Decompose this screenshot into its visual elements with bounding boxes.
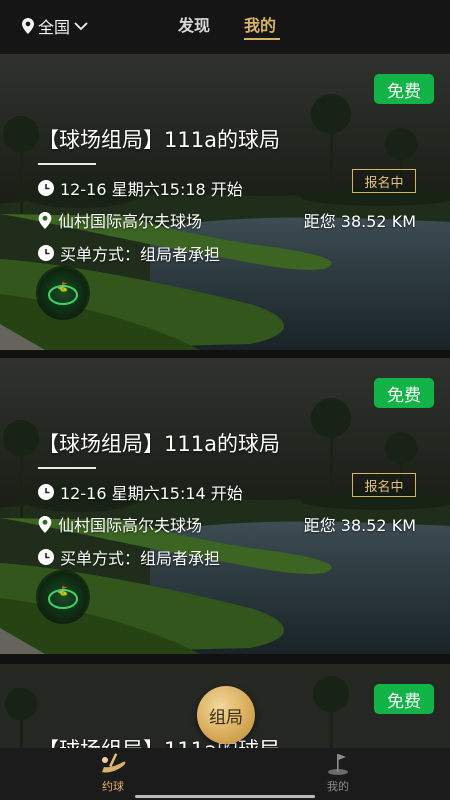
location-selector[interactable]: 全国: [22, 14, 88, 38]
place-row: 仙村国际高尔夫球场: [38, 208, 202, 232]
free-badge: 免费: [374, 684, 434, 714]
location-pin-icon: [38, 211, 52, 229]
title-underline: [38, 163, 96, 165]
nav-item-booking[interactable]: 约球: [83, 752, 143, 794]
svg-text:⛳: ⛳: [57, 281, 68, 293]
avatar[interactable]: ⛳: [38, 572, 88, 622]
course-name: 仙村国际高尔夫球场: [58, 212, 203, 231]
bottom-nav: 约球 我的: [0, 748, 450, 800]
top-header: 全国 发现 我的: [0, 0, 450, 54]
payment-method: 买单方式：组局者承担: [60, 245, 221, 264]
golf-club-icon: [102, 753, 126, 773]
payment-row: 买单方式：组局者承担: [38, 545, 220, 569]
free-badge: 免费: [374, 378, 434, 408]
free-badge: 免费: [374, 74, 434, 104]
clock-icon: [38, 180, 54, 196]
start-time: 12-16 星期六15:14 开始: [60, 484, 243, 503]
card-title: 【球场组局】111a的球局: [38, 128, 280, 152]
location-pin-icon: [22, 18, 34, 34]
match-card[interactable]: 免费 【球场组局】111a的球局 12-16 星期六15:14 开始 报名中 仙…: [0, 358, 450, 654]
match-card[interactable]: 免费 【球场组局】111a的球局 12-16 星期六15:18 开始 报名中 仙…: [0, 54, 450, 350]
distance-text: 距您 38.52 KM: [303, 212, 416, 231]
tab-mine[interactable]: 我的: [244, 12, 276, 36]
course-name: 仙村国际高尔夫球场: [58, 516, 203, 535]
location-label: 全国: [38, 18, 71, 37]
nav-label: 我的: [327, 780, 349, 793]
distance-text: 距您 38.52 KM: [303, 516, 416, 535]
avatar[interactable]: ⛳: [38, 268, 88, 318]
nav-label: 约球: [102, 780, 124, 793]
card-title: 【球场组局】111a的球局: [38, 432, 280, 456]
clock-icon: [38, 245, 54, 261]
time-row: 12-16 星期六15:18 开始: [38, 176, 243, 200]
active-tab-indicator: [244, 38, 280, 40]
time-row: 12-16 星期六15:14 开始: [38, 480, 243, 504]
place-row: 仙村国际高尔夫球场: [38, 512, 202, 536]
golf-flag-icon: [328, 754, 348, 775]
status-badge: 报名中: [352, 169, 416, 193]
status-badge: 报名中: [352, 473, 416, 497]
create-match-button[interactable]: 组局: [197, 686, 255, 744]
clock-icon: [38, 549, 54, 565]
tab-discover[interactable]: 发现: [178, 12, 210, 36]
start-time: 12-16 星期六15:18 开始: [60, 180, 243, 199]
title-underline: [38, 467, 96, 469]
svg-text:⛳: ⛳: [57, 585, 68, 597]
home-indicator: [135, 795, 315, 798]
nav-item-mine[interactable]: 我的: [308, 752, 368, 794]
chevron-down-icon: [74, 22, 88, 31]
location-pin-icon: [38, 515, 52, 533]
payment-row: 买单方式：组局者承担: [38, 241, 220, 265]
clock-icon: [38, 484, 54, 500]
payment-method: 买单方式：组局者承担: [60, 549, 221, 568]
